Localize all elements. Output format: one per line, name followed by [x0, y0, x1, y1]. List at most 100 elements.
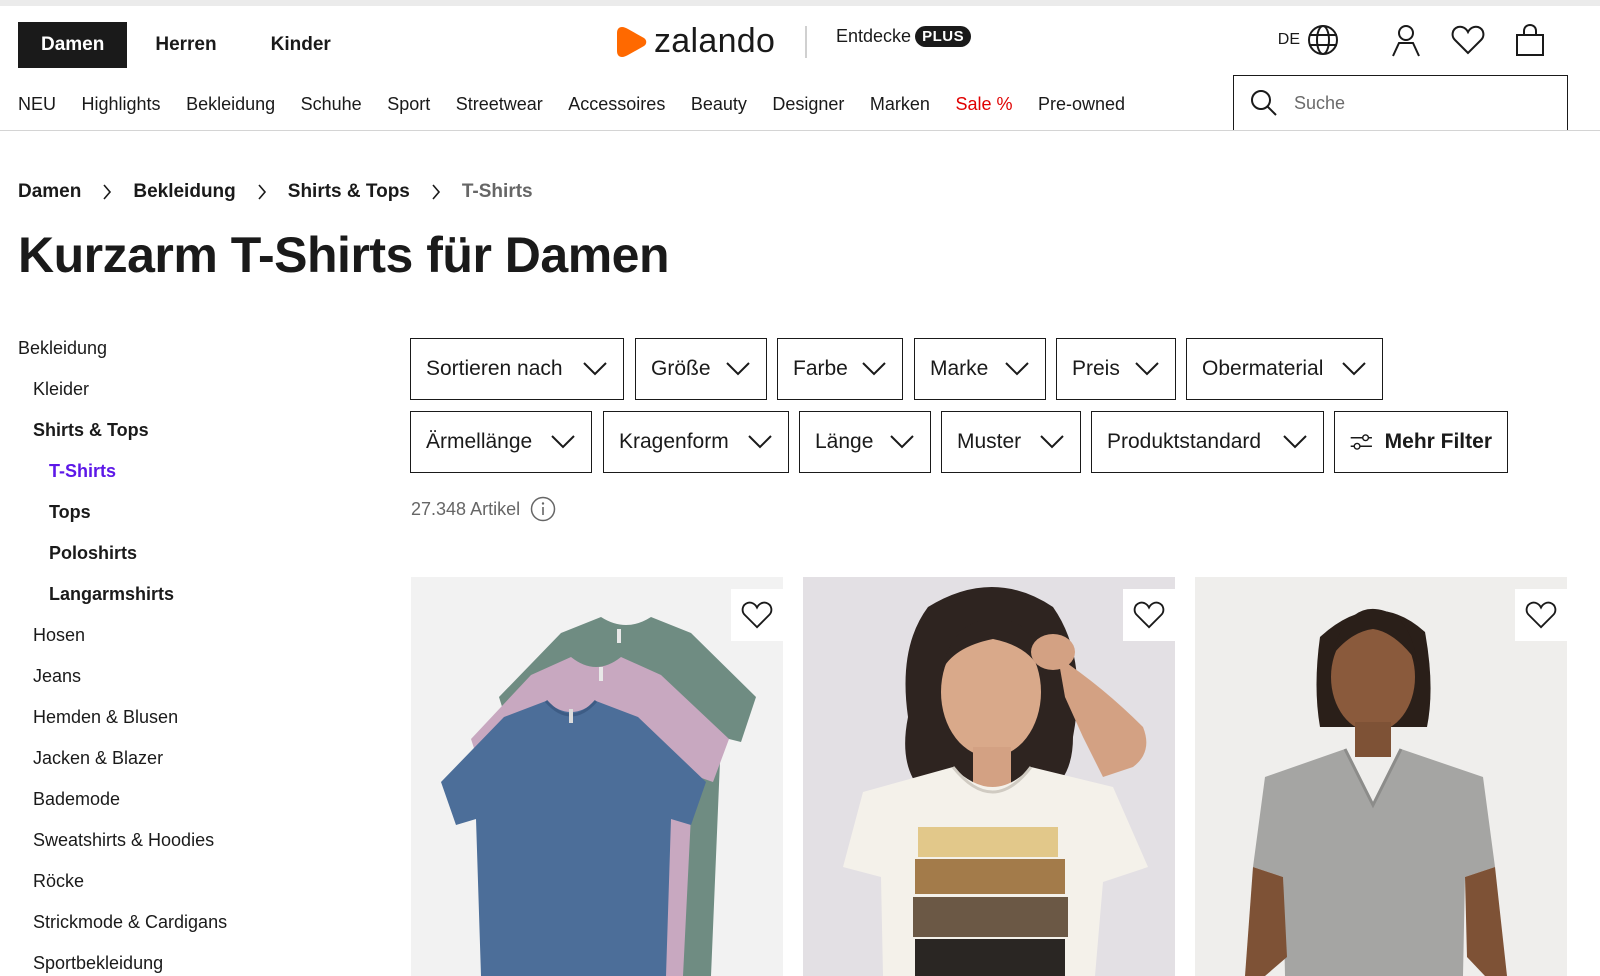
product-card[interactable] [411, 577, 783, 976]
nav-beauty[interactable]: Beauty [691, 94, 747, 115]
top-strip [0, 0, 1600, 6]
wishlist-toggle[interactable] [731, 589, 783, 641]
filter-label: Ärmellänge [426, 430, 533, 453]
plus-prefix: Entdecke [836, 26, 912, 46]
nav-accessoires[interactable]: Accessoires [568, 94, 665, 115]
sidebar-item-sportbekleidung[interactable]: Sportbekleidung [33, 953, 163, 974]
nav-pre-owned[interactable]: Pre-owned [1038, 94, 1125, 115]
filter-color[interactable]: Farbe [777, 338, 903, 400]
breadcrumb: Damen Bekleidung Shirts & Tops T-Shirts [18, 181, 533, 203]
heart-outline-icon [1133, 601, 1165, 629]
breadcrumb-shirts-tops[interactable]: Shirts & Tops [288, 181, 410, 203]
search-icon [1251, 90, 1277, 116]
filter-length[interactable]: Länge [799, 411, 931, 473]
breadcrumb-damen[interactable]: Damen [18, 181, 81, 203]
nav-designer[interactable]: Designer [772, 94, 844, 115]
heart-outline-icon [1525, 601, 1557, 629]
breadcrumb-bekleidung[interactable]: Bekleidung [133, 181, 235, 203]
language-selector[interactable]: DE [1278, 23, 1340, 57]
filter-label: Muster [957, 430, 1022, 453]
filter-label: Größe [651, 357, 711, 380]
nav-bekleidung[interactable]: Bekleidung [186, 94, 275, 115]
filter-product-standard[interactable]: Produktstandard [1091, 411, 1324, 473]
gender-tabs: Damen Herren Kinder [18, 22, 359, 68]
sidebar-item-langarmshirts[interactable]: Langarmshirts [49, 584, 174, 605]
wishlist-toggle[interactable] [1123, 589, 1175, 641]
breadcrumb-current: T-Shirts [461, 181, 533, 202]
heart-icon [1451, 25, 1485, 55]
wishlist-toggle[interactable] [1515, 589, 1567, 641]
filter-brand[interactable]: Marke [914, 338, 1046, 400]
sidebar-item-sweatshirts-hoodies[interactable]: Sweatshirts & Hoodies [33, 830, 214, 851]
filter-sleeve-length[interactable]: Ärmellänge [410, 411, 592, 473]
account-button[interactable] [1386, 20, 1426, 60]
tab-herren[interactable]: Herren [127, 22, 242, 68]
filter-label: Obermaterial [1202, 357, 1324, 380]
sidebar-item-jeans[interactable]: Jeans [33, 666, 81, 687]
chevron-right-icon [432, 184, 440, 200]
product-card[interactable] [803, 577, 1175, 976]
plus-promo-link[interactable]: Entdecke PLUS [836, 26, 972, 47]
nav-sport[interactable]: Sport [387, 94, 430, 115]
search-box [1233, 75, 1568, 131]
chevron-down-icon [890, 435, 914, 449]
product-image [411, 577, 783, 976]
chevron-down-icon [583, 362, 607, 376]
filter-size[interactable]: Größe [635, 338, 767, 400]
category-nav: NEU Highlights Bekleidung Schuhe Sport S… [18, 94, 1151, 115]
product-image [803, 577, 1175, 976]
sidebar-item-t-shirts[interactable]: T-Shirts [49, 461, 116, 482]
info-icon[interactable] [530, 496, 556, 522]
sidebar-item-bekleidung[interactable]: Bekleidung [18, 338, 107, 359]
search-input[interactable] [1294, 92, 1544, 114]
sidebar-item-bademode[interactable]: Bademode [33, 789, 120, 810]
tab-damen[interactable]: Damen [18, 22, 128, 68]
sidebar-item-roecke[interactable]: Röcke [33, 871, 84, 892]
nav-highlights[interactable]: Highlights [82, 94, 161, 115]
chevron-down-icon [862, 362, 886, 376]
sidebar-item-hosen[interactable]: Hosen [33, 625, 85, 646]
tab-kinder[interactable]: Kinder [243, 22, 359, 68]
sidebar-item-tops[interactable]: Tops [49, 502, 91, 523]
sidebar-item-poloshirts[interactable]: Poloshirts [49, 543, 137, 564]
nav-schuhe[interactable]: Schuhe [301, 94, 362, 115]
product-card[interactable] [1195, 577, 1567, 976]
sidebar-item-hemden-blusen[interactable]: Hemden & Blusen [33, 707, 178, 728]
header-utilities: DE [1278, 20, 1550, 60]
wishlist-button[interactable] [1448, 20, 1488, 60]
header-divider [0, 130, 1600, 131]
sidebar-item-kleider[interactable]: Kleider [33, 379, 89, 400]
result-count-text: 27.348 Artikel [411, 498, 521, 519]
sidebar-item-shirts-tops[interactable]: Shirts & Tops [33, 420, 149, 441]
chevron-down-icon [1283, 435, 1307, 449]
filter-sort[interactable]: Sortieren nach [410, 338, 624, 400]
chevron-down-icon [726, 362, 750, 376]
filter-label: Preis [1072, 357, 1120, 380]
filter-material[interactable]: Obermaterial [1186, 338, 1383, 400]
user-icon [1392, 25, 1420, 57]
bag-icon [1516, 23, 1544, 56]
nav-neu[interactable]: NEU [18, 94, 56, 115]
cart-button[interactable] [1510, 20, 1550, 60]
sidebar-item-jacken-blazer[interactable]: Jacken & Blazer [33, 748, 163, 769]
chevron-down-icon [1040, 435, 1064, 449]
filter-label: Länge [815, 430, 874, 453]
filter-label: Kragenform [619, 430, 729, 453]
page-title: Kurzarm T-Shirts für Damen [18, 227, 670, 283]
filter-label: Marke [930, 357, 989, 380]
sidebar-item-strickmode-cardigans[interactable]: Strickmode & Cardigans [33, 912, 227, 933]
plus-badge: PLUS [915, 26, 972, 47]
sliders-icon [1350, 434, 1372, 450]
globe-icon [1308, 25, 1338, 55]
heart-outline-icon [741, 601, 773, 629]
chevron-down-icon [1005, 362, 1029, 376]
filter-collar[interactable]: Kragenform [603, 411, 789, 473]
nav-sale[interactable]: Sale % [955, 94, 1012, 115]
more-filters-button[interactable]: Mehr Filter [1334, 411, 1508, 473]
nav-marken[interactable]: Marken [870, 94, 930, 115]
zalando-logo[interactable]: zalando [616, 22, 775, 61]
filter-price[interactable]: Preis [1056, 338, 1176, 400]
nav-streetwear[interactable]: Streetwear [456, 94, 543, 115]
filter-pattern[interactable]: Muster [941, 411, 1081, 473]
filter-label: Sortieren nach [426, 357, 563, 380]
